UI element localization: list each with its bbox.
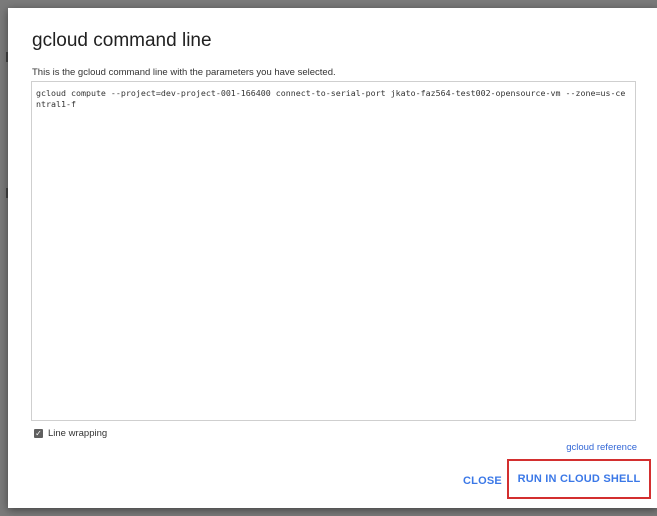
close-button[interactable]: CLOSE bbox=[463, 475, 502, 487]
command-text: gcloud compute --project=dev-project-001… bbox=[36, 88, 626, 109]
gcloud-reference-link[interactable]: gcloud reference bbox=[566, 442, 637, 453]
line-wrapping-label: Line wrapping bbox=[48, 428, 108, 439]
line-wrapping-option[interactable]: ✓ Line wrapping bbox=[34, 428, 107, 439]
dialog-title: gcloud command line bbox=[32, 30, 212, 51]
gcloud-command-dialog: gcloud command line This is the gcloud c… bbox=[8, 8, 657, 508]
dialog-description: This is the gcloud command line with the… bbox=[32, 67, 336, 78]
run-in-cloud-shell-label: RUN IN CLOUD SHELL bbox=[517, 473, 641, 485]
run-in-cloud-shell-button[interactable]: RUN IN CLOUD SHELL bbox=[507, 459, 651, 499]
line-wrapping-checkbox[interactable]: ✓ bbox=[34, 429, 43, 438]
command-text-area[interactable]: gcloud compute --project=dev-project-001… bbox=[31, 81, 636, 421]
